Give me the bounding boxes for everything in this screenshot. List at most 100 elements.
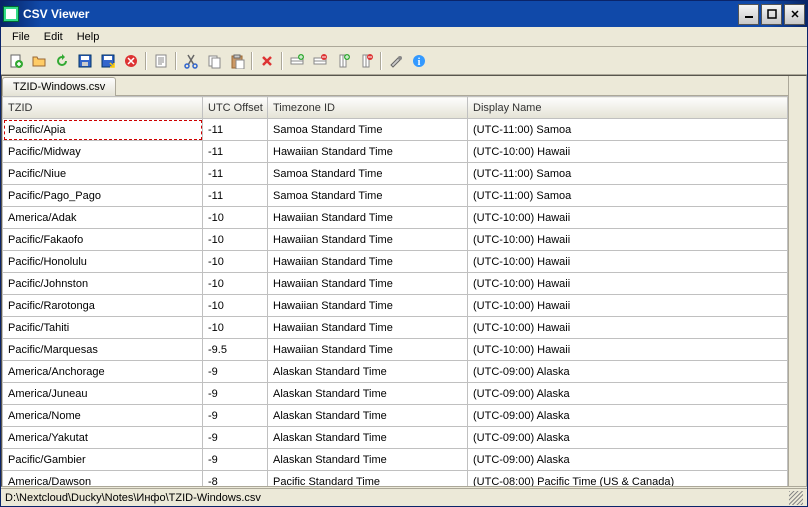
table-cell[interactable]: -10 <box>203 207 268 229</box>
page-button[interactable] <box>150 50 172 72</box>
table-row[interactable]: America/Nome-9Alaskan Standard Time(UTC-… <box>3 405 788 427</box>
vertical-scrollbar[interactable] <box>788 76 806 486</box>
table-cell[interactable]: Alaskan Standard Time <box>268 361 468 383</box>
menu-file[interactable]: File <box>5 29 37 45</box>
table-cell[interactable]: -9 <box>203 383 268 405</box>
table-cell[interactable]: Samoa Standard Time <box>268 119 468 141</box>
minimize-button[interactable] <box>738 4 759 25</box>
table-cell[interactable]: -9.5 <box>203 339 268 361</box>
menu-help[interactable]: Help <box>70 29 107 45</box>
column-header[interactable]: Timezone ID <box>268 97 468 119</box>
table-cell[interactable]: (UTC-10:00) Hawaii <box>468 317 788 339</box>
table-cell[interactable]: (UTC-10:00) Hawaii <box>468 229 788 251</box>
table-row[interactable]: America/Adak-10Hawaiian Standard Time(UT… <box>3 207 788 229</box>
table-cell[interactable]: -11 <box>203 163 268 185</box>
save-as-button[interactable] <box>97 50 119 72</box>
table-cell[interactable]: Alaskan Standard Time <box>268 449 468 471</box>
table-cell[interactable]: Hawaiian Standard Time <box>268 317 468 339</box>
table-row[interactable]: Pacific/Gambier-9Alaskan Standard Time(U… <box>3 449 788 471</box>
table-row[interactable]: Pacific/Johnston-10Hawaiian Standard Tim… <box>3 273 788 295</box>
table-row[interactable]: America/Juneau-9Alaskan Standard Time(UT… <box>3 383 788 405</box>
table-row[interactable]: Pacific/Honolulu-10Hawaiian Standard Tim… <box>3 251 788 273</box>
table-cell[interactable]: Pacific Standard Time <box>268 471 468 487</box>
table-cell[interactable]: (UTC-10:00) Hawaii <box>468 207 788 229</box>
table-row[interactable]: America/Yakutat-9Alaskan Standard Time(U… <box>3 427 788 449</box>
table-cell[interactable]: Hawaiian Standard Time <box>268 229 468 251</box>
delete-button[interactable] <box>256 50 278 72</box>
row-insert-button[interactable] <box>286 50 308 72</box>
save-button[interactable] <box>74 50 96 72</box>
table-cell[interactable]: (UTC-11:00) Samoa <box>468 119 788 141</box>
table-cell[interactable]: Hawaiian Standard Time <box>268 251 468 273</box>
table-cell[interactable]: Samoa Standard Time <box>268 163 468 185</box>
table-cell[interactable]: America/Anchorage <box>3 361 203 383</box>
table-cell[interactable]: Hawaiian Standard Time <box>268 141 468 163</box>
table-cell[interactable]: -9 <box>203 405 268 427</box>
table-cell[interactable]: (UTC-09:00) Alaska <box>468 383 788 405</box>
table-cell[interactable]: (UTC-10:00) Hawaii <box>468 295 788 317</box>
table-cell[interactable]: America/Yakutat <box>3 427 203 449</box>
table-cell[interactable]: (UTC-09:00) Alaska <box>468 361 788 383</box>
table-cell[interactable]: -9 <box>203 361 268 383</box>
table-cell[interactable]: Hawaiian Standard Time <box>268 339 468 361</box>
copy-button[interactable] <box>203 50 225 72</box>
table-cell[interactable]: America/Nome <box>3 405 203 427</box>
table-cell[interactable]: (UTC-08:00) Pacific Time (US & Canada) <box>468 471 788 487</box>
table-cell[interactable]: Pacific/Honolulu <box>3 251 203 273</box>
table-cell[interactable]: (UTC-11:00) Samoa <box>468 163 788 185</box>
table-cell[interactable]: -9 <box>203 449 268 471</box>
new-file-button[interactable] <box>5 50 27 72</box>
open-file-button[interactable] <box>28 50 50 72</box>
table-cell[interactable]: Hawaiian Standard Time <box>268 273 468 295</box>
file-tab[interactable]: TZID-Windows.csv <box>2 77 116 96</box>
row-delete-button[interactable] <box>309 50 331 72</box>
table-cell[interactable]: -11 <box>203 141 268 163</box>
table-cell[interactable]: America/Adak <box>3 207 203 229</box>
table-cell[interactable]: (UTC-10:00) Hawaii <box>468 273 788 295</box>
table-cell[interactable]: Pacific/Pago_Pago <box>3 185 203 207</box>
table-row[interactable]: America/Anchorage-9Alaskan Standard Time… <box>3 361 788 383</box>
table-cell[interactable]: Pacific/Rarotonga <box>3 295 203 317</box>
close-button[interactable] <box>120 50 142 72</box>
table-cell[interactable]: Alaskan Standard Time <box>268 427 468 449</box>
table-cell[interactable]: Alaskan Standard Time <box>268 405 468 427</box>
table-cell[interactable]: Hawaiian Standard Time <box>268 295 468 317</box>
table-cell[interactable]: Alaskan Standard Time <box>268 383 468 405</box>
table-cell[interactable]: Pacific/Tahiti <box>3 317 203 339</box>
table-row[interactable]: Pacific/Marquesas-9.5Hawaiian Standard T… <box>3 339 788 361</box>
table-cell[interactable]: (UTC-09:00) Alaska <box>468 427 788 449</box>
table-row[interactable]: America/Dawson-8Pacific Standard Time(UT… <box>3 471 788 487</box>
table-cell[interactable]: Samoa Standard Time <box>268 185 468 207</box>
table-cell[interactable]: (UTC-09:00) Alaska <box>468 449 788 471</box>
table-cell[interactable]: Pacific/Fakaofo <box>3 229 203 251</box>
table-cell[interactable]: Pacific/Niue <box>3 163 203 185</box>
close-button[interactable] <box>784 4 805 25</box>
table-row[interactable]: Pacific/Midway-11Hawaiian Standard Time(… <box>3 141 788 163</box>
table-cell[interactable]: -10 <box>203 229 268 251</box>
col-insert-button[interactable] <box>332 50 354 72</box>
table-cell[interactable]: (UTC-10:00) Hawaii <box>468 339 788 361</box>
menu-edit[interactable]: Edit <box>37 29 70 45</box>
grid-scroll[interactable]: TZIDUTC OffsetTimezone IDDisplay Name Pa… <box>2 96 788 486</box>
refresh-button[interactable] <box>51 50 73 72</box>
maximize-button[interactable] <box>761 4 782 25</box>
table-cell[interactable]: (UTC-11:00) Samoa <box>468 185 788 207</box>
column-header[interactable]: UTC Offset <box>203 97 268 119</box>
resize-grip-icon[interactable] <box>789 491 803 505</box>
table-row[interactable]: Pacific/Niue-11Samoa Standard Time(UTC-1… <box>3 163 788 185</box>
table-cell[interactable]: Pacific/Midway <box>3 141 203 163</box>
table-row[interactable]: Pacific/Rarotonga-10Hawaiian Standard Ti… <box>3 295 788 317</box>
table-cell[interactable]: Hawaiian Standard Time <box>268 207 468 229</box>
col-delete-button[interactable] <box>355 50 377 72</box>
table-cell[interactable]: -10 <box>203 317 268 339</box>
table-row[interactable]: Pacific/Apia-11Samoa Standard Time(UTC-1… <box>3 119 788 141</box>
column-header[interactable]: Display Name <box>468 97 788 119</box>
table-cell[interactable]: (UTC-10:00) Hawaii <box>468 251 788 273</box>
table-cell[interactable]: -10 <box>203 295 268 317</box>
table-cell[interactable]: -8 <box>203 471 268 487</box>
table-cell[interactable]: (UTC-09:00) Alaska <box>468 405 788 427</box>
table-cell[interactable]: -9 <box>203 427 268 449</box>
table-cell[interactable]: Pacific/Marquesas <box>3 339 203 361</box>
table-cell[interactable]: -10 <box>203 273 268 295</box>
table-cell[interactable]: America/Juneau <box>3 383 203 405</box>
